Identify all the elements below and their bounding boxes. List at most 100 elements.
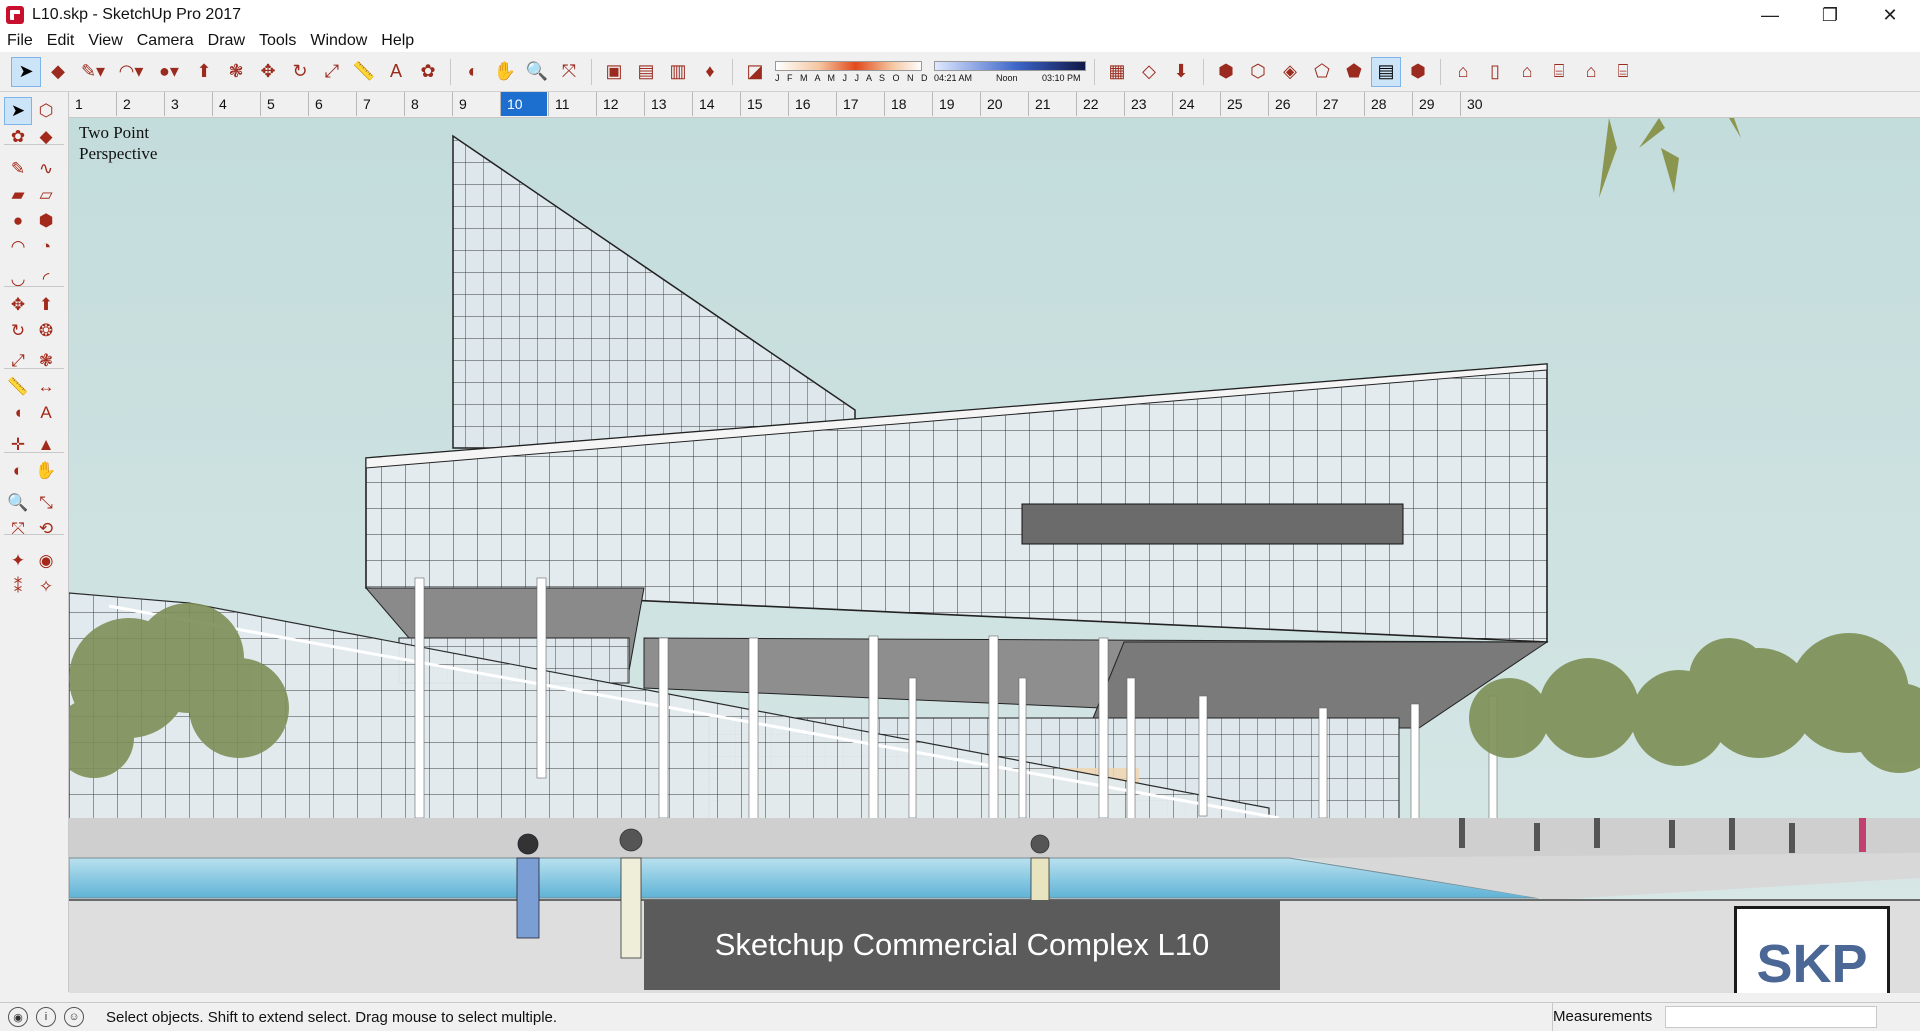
warehouse-icon[interactable]: ▣ [600, 58, 628, 86]
display-section-icon[interactable]: ◇ [1135, 58, 1163, 86]
scene-tab-6[interactable]: 6 [308, 92, 355, 116]
follow-me-icon[interactable]: ❂ [33, 318, 59, 344]
right-view-icon[interactable]: ⌸ [1545, 58, 1573, 86]
scene-tab-14[interactable]: 14 [692, 92, 739, 116]
paint-bucket-icon[interactable]: ✿ [414, 58, 442, 86]
menu-tools[interactable]: Tools [252, 32, 303, 50]
protractor-tool-icon[interactable]: ◖ [5, 400, 31, 426]
push-pull-tool-icon[interactable]: ⬆ [190, 58, 218, 86]
wireframe-style-icon[interactable]: ◈ [1276, 58, 1304, 86]
scene-tab-15[interactable]: 15 [740, 92, 787, 116]
scene-tab-4[interactable]: 4 [212, 92, 259, 116]
shaded-style-icon[interactable]: ⬟ [1340, 58, 1368, 86]
zoom-tool-icon[interactable]: 🔍 [5, 490, 31, 516]
sketchup-app-icon[interactable] [6, 6, 24, 24]
scene-tab-29[interactable]: 29 [1412, 92, 1459, 116]
select-tool-icon[interactable]: ➤ [11, 56, 41, 87]
dimension-tool-icon[interactable]: ↔ [33, 374, 59, 400]
eraser-tool-icon[interactable]: ◆ [44, 58, 72, 86]
credits-icon[interactable]: i [36, 1007, 56, 1027]
share-model-icon[interactable]: ▤ [632, 58, 660, 86]
zoom-tool-icon[interactable]: 🔍 [523, 58, 551, 86]
scene-tab-21[interactable]: 21 [1028, 92, 1075, 116]
scene-tab-1[interactable]: 1 [68, 92, 115, 116]
scene-tab-2[interactable]: 2 [116, 92, 163, 116]
scene-tab-20[interactable]: 20 [980, 92, 1027, 116]
user-account-icon[interactable]: ☺ [64, 1007, 84, 1027]
rotate-tool-icon[interactable]: ↻ [5, 318, 31, 344]
scene-tab-7[interactable]: 7 [356, 92, 403, 116]
text-tool-icon[interactable]: A [382, 58, 410, 86]
scene-tab-28[interactable]: 28 [1364, 92, 1411, 116]
top-view-icon[interactable]: ▯ [1481, 58, 1509, 86]
scene-tab-9[interactable]: 9 [452, 92, 499, 116]
scene-tab-3[interactable]: 3 [164, 92, 211, 116]
shaded-textures-style-icon[interactable]: ▤ [1371, 56, 1401, 87]
two-point-arc-icon[interactable]: ◡ [5, 266, 31, 292]
circle-tool-icon[interactable]: ● [5, 208, 31, 234]
restore-button[interactable]: ❐ [1800, 0, 1860, 30]
walk-tool-icon[interactable]: ⁑ [5, 574, 31, 600]
tape-measure-icon[interactable]: 📏 [5, 374, 31, 400]
rectangle-tool-icon[interactable]: ▰ [5, 182, 31, 208]
section-plane-icon[interactable]: ✧ [33, 574, 59, 600]
scale-tool-icon[interactable]: ⤢ [318, 58, 346, 86]
3d-text-icon[interactable]: ▲ [33, 432, 59, 458]
menu-edit[interactable]: Edit [40, 32, 82, 50]
scene-tab-24[interactable]: 24 [1172, 92, 1219, 116]
close-button[interactable]: ✕ [1860, 0, 1920, 30]
text-tool-icon[interactable]: A [33, 400, 59, 426]
scene-tab-12[interactable]: 12 [596, 92, 643, 116]
menu-view[interactable]: View [81, 32, 129, 50]
orbit-tool-icon[interactable]: ◐ [459, 58, 487, 86]
zoom-extents-icon[interactable]: ⤧ [555, 58, 583, 86]
scene-tab-22[interactable]: 22 [1076, 92, 1123, 116]
back-view-icon[interactable]: ⌂ [1577, 58, 1605, 86]
arc-tool-icon[interactable]: ◠▾ [114, 58, 148, 86]
menu-file[interactable]: File [0, 32, 40, 50]
scene-tab-16[interactable]: 16 [788, 92, 835, 116]
hidden-line-style-icon[interactable]: ⬠ [1308, 58, 1336, 86]
eraser-tool-icon[interactable]: ◆ [33, 124, 59, 150]
pie-tool-icon[interactable]: ◔ [33, 234, 59, 260]
ruby-icon[interactable]: ♦ [696, 58, 724, 86]
menu-window[interactable]: Window [303, 32, 374, 50]
arc-tool-icon[interactable]: ◠ [5, 234, 31, 260]
position-camera-icon[interactable]: ✦ [5, 548, 31, 574]
menu-help[interactable]: Help [374, 32, 421, 50]
measurements-box[interactable] [1665, 1006, 1877, 1028]
look-around-icon[interactable]: ◉ [33, 548, 59, 574]
scene-tab-8[interactable]: 8 [404, 92, 451, 116]
section-plane-icon[interactable]: ▦ [1103, 58, 1131, 86]
menu-draw[interactable]: Draw [201, 32, 252, 50]
line-tool-icon[interactable]: ✎▾ [76, 58, 110, 86]
offset-tool-icon[interactable]: ❃ [222, 58, 250, 86]
move-tool-icon[interactable]: ✥ [5, 292, 31, 318]
model-viewport[interactable]: Two Point Perspective Sketchup Commercia… [69, 118, 1920, 993]
orbit-tool-icon[interactable]: ◐ [5, 458, 31, 484]
scene-tab-18[interactable]: 18 [884, 92, 931, 116]
select-tool-icon[interactable]: ➤ [4, 97, 32, 125]
scene-tab-11[interactable]: 11 [548, 92, 595, 116]
scene-tab-13[interactable]: 13 [644, 92, 691, 116]
freehand-tool-icon[interactable]: ∿ [33, 156, 59, 182]
tape-measure-icon[interactable]: 📏 [350, 58, 378, 86]
move-tool-icon[interactable]: ✥ [254, 58, 282, 86]
axes-tool-icon[interactable]: ✛ [5, 432, 31, 458]
back-edges-style-icon[interactable]: ⬡ [1244, 58, 1272, 86]
xray-style-icon[interactable]: ⬢ [1212, 58, 1240, 86]
line-tool-icon[interactable]: ✎ [5, 156, 31, 182]
iso-view-icon[interactable]: ⌂ [1449, 58, 1477, 86]
scene-tab-10[interactable]: 10 [500, 92, 547, 116]
scene-tab-30[interactable]: 30 [1460, 92, 1507, 116]
extension-warehouse-icon[interactable]: ▥ [664, 58, 692, 86]
section-cuts-icon[interactable]: ⬇ [1167, 58, 1195, 86]
previous-view-icon[interactable]: ⟲ [33, 516, 59, 542]
time-slider[interactable]: 04:21 AM Noon 03:10 PM [934, 57, 1086, 87]
scale-tool-icon[interactable]: ⤢ [5, 348, 31, 374]
scene-tab-26[interactable]: 26 [1268, 92, 1315, 116]
scene-tab-5[interactable]: 5 [260, 92, 307, 116]
zoom-window-icon[interactable]: ⤡ [33, 490, 59, 516]
push-pull-tool-icon[interactable]: ⬆ [33, 292, 59, 318]
paint-bucket-icon[interactable]: ✿ [5, 124, 31, 150]
